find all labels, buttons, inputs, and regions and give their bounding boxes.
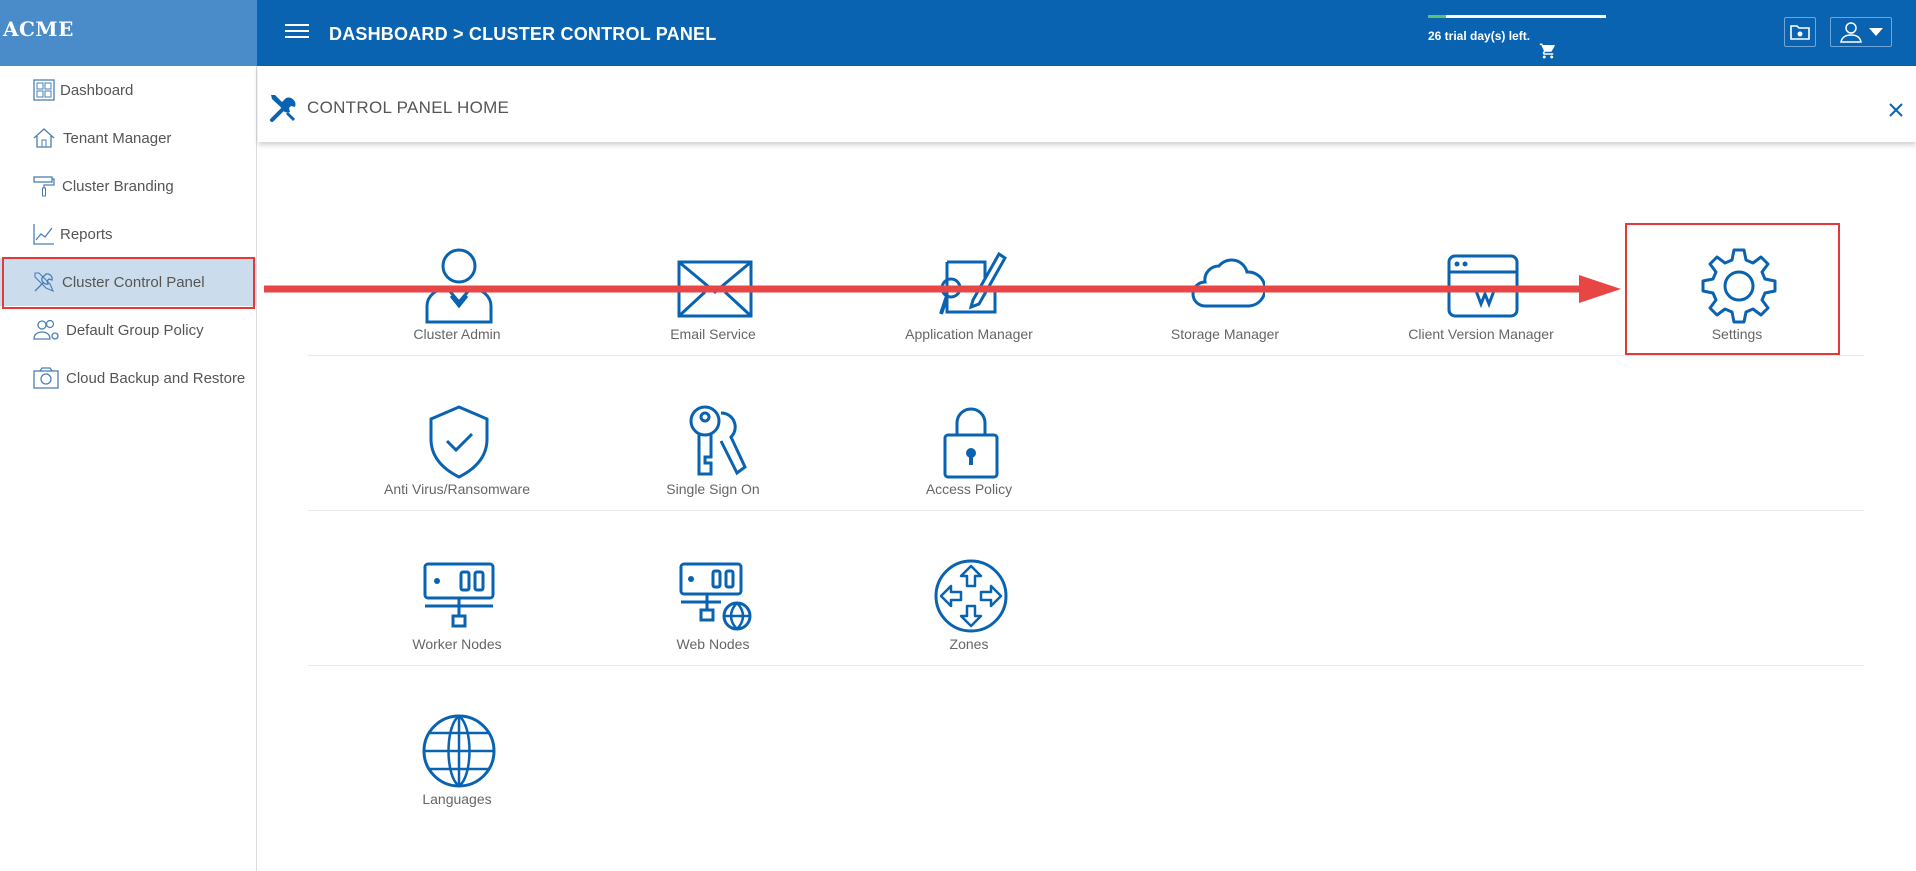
hamburger-menu-icon[interactable]: [285, 24, 309, 44]
padlock-icon: [943, 407, 999, 479]
user-icon: [1840, 22, 1862, 43]
user-admin-icon: [425, 248, 493, 324]
tile-label: Zones: [949, 636, 989, 652]
dashboard-icon: [33, 79, 55, 101]
tile-single-sign-on[interactable]: Single Sign On: [613, 395, 813, 515]
tenant-icon: [33, 128, 55, 148]
cloud-icon: [1191, 258, 1265, 308]
sidebar: Dashboard Tenant Manager Cluster Brandin…: [0, 66, 257, 871]
server-globe-icon: [679, 562, 752, 631]
row-divider: [308, 355, 1864, 356]
sidebar-item-label: Tenant Manager: [63, 129, 172, 147]
top-bar: ACME DASHBOARD > CLUSTER CONTROL PANEL 2…: [0, 0, 1916, 66]
tile-zones[interactable]: Zones: [869, 550, 1069, 670]
tile-application-manager[interactable]: Application Manager: [869, 240, 1069, 360]
panel-header: CONTROL PANEL HOME: [258, 66, 1916, 142]
trial-indicator: 26 trial day(s) left.: [1428, 15, 1606, 59]
tile-access-policy[interactable]: Access Policy: [869, 395, 1069, 515]
shopping-cart-icon[interactable]: [1539, 42, 1557, 60]
sidebar-item-dashboard[interactable]: Dashboard: [0, 66, 257, 114]
sidebar-item-cluster-branding[interactable]: Cluster Branding: [0, 162, 257, 210]
tile-label: Email Service: [670, 326, 756, 342]
app-manager-icon: [939, 251, 1007, 315]
sidebar-item-cluster-control-panel[interactable]: Cluster Control Panel: [0, 258, 257, 306]
sidebar-item-tenant-manager[interactable]: Tenant Manager: [0, 114, 257, 162]
envelope-icon: [677, 260, 753, 318]
tile-email-service[interactable]: Email Service: [613, 240, 813, 360]
tile-label: Worker Nodes: [412, 636, 502, 652]
brand-name: ACME: [3, 17, 74, 41]
browser-window-icon: [1447, 254, 1519, 318]
brand-logo[interactable]: ACME: [0, 0, 257, 66]
keys-icon: [689, 405, 747, 476]
sidebar-item-label: Default Group Policy: [66, 321, 204, 339]
sidebar-item-label: Reports: [60, 225, 113, 243]
tile-cluster-admin[interactable]: Cluster Admin: [357, 240, 557, 360]
tile-label: Web Nodes: [676, 636, 750, 652]
tile-label: Application Manager: [905, 326, 1033, 342]
trial-progress-fill: [1428, 15, 1446, 18]
sidebar-item-cloud-backup[interactable]: Cloud Backup and Restore: [0, 354, 257, 402]
sidebar-item-label: Cluster Control Panel: [62, 273, 205, 291]
caret-down-icon: [1869, 28, 1883, 36]
gear-icon: [1701, 248, 1777, 324]
breadcrumb: DASHBOARD > CLUSTER CONTROL PANEL: [329, 24, 717, 44]
file-manager-button[interactable]: [1784, 17, 1816, 47]
sidebar-item-label: Cloud Backup and Restore: [66, 369, 246, 387]
tile-label: Single Sign On: [666, 481, 760, 497]
wrench-screwdriver-icon: [270, 95, 296, 122]
sidebar-item-reports[interactable]: Reports: [0, 210, 257, 258]
globe-icon: [422, 714, 496, 788]
close-icon[interactable]: [1888, 102, 1904, 118]
tile-label: Anti Virus/Ransomware: [383, 481, 531, 497]
server-icon: [423, 562, 495, 628]
row-divider: [308, 510, 1864, 511]
row-divider: [308, 665, 1864, 666]
chart-icon: [33, 224, 54, 245]
tile-label: Languages: [422, 791, 492, 807]
tile-anti-virus[interactable]: Anti Virus/Ransomware: [357, 395, 557, 515]
tile-web-nodes[interactable]: Web Nodes: [613, 550, 813, 670]
tile-settings[interactable]: Settings: [1637, 240, 1837, 360]
camera-icon: [33, 367, 59, 389]
tile-label: Client Version Manager: [1408, 326, 1554, 342]
sidebar-item-label: Cluster Branding: [62, 177, 174, 195]
tile-client-version-manager[interactable]: Client Version Manager: [1381, 240, 1581, 360]
tools-icon: [34, 272, 55, 293]
sidebar-item-default-group-policy[interactable]: Default Group Policy: [0, 306, 257, 354]
tile-languages[interactable]: Languages: [357, 705, 557, 825]
tile-label: Settings: [1711, 326, 1763, 342]
tile-label: Storage Manager: [1170, 326, 1280, 342]
user-menu-button[interactable]: [1830, 17, 1892, 47]
tile-label: Cluster Admin: [413, 326, 501, 342]
paint-roller-icon: [33, 176, 55, 197]
tile-storage-manager[interactable]: Storage Manager: [1125, 240, 1325, 360]
trial-progress-bar: [1428, 15, 1606, 18]
panel-title: CONTROL PANEL HOME: [307, 98, 510, 117]
zones-arrows-icon: [934, 559, 1008, 633]
trial-days-text: 26 trial day(s) left.: [1428, 29, 1530, 43]
sidebar-item-label: Dashboard: [60, 81, 134, 99]
trial-days-label: 26 trial day(s) left.: [1428, 29, 1531, 43]
tile-label: Access Policy: [925, 481, 1013, 497]
group-icon: [33, 319, 59, 340]
shield-check-icon: [429, 405, 489, 479]
folder-icon: [1790, 25, 1810, 40]
tile-worker-nodes[interactable]: Worker Nodes: [357, 550, 557, 670]
